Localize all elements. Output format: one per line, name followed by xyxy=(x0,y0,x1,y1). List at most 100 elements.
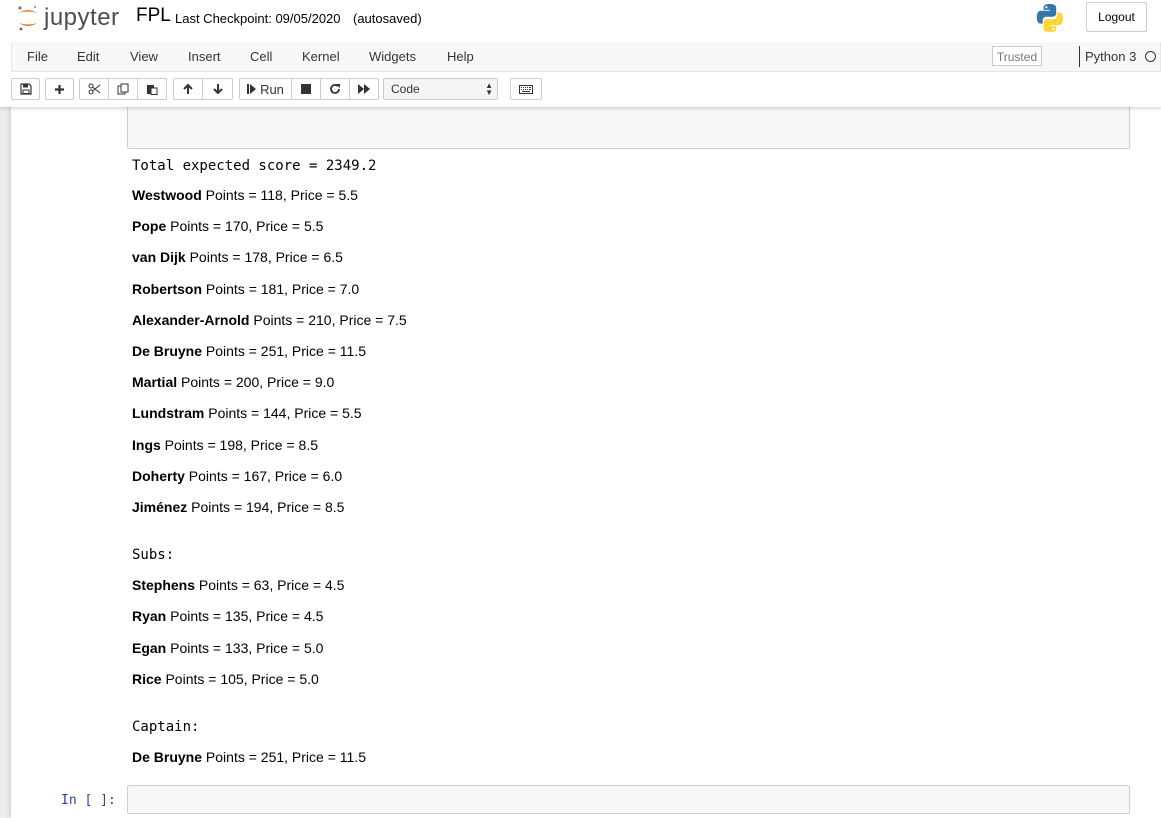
jupyter-logo[interactable]: jupyter xyxy=(16,3,120,33)
player-name: Rice xyxy=(132,670,162,687)
copy-icon xyxy=(117,83,129,95)
notebook-title[interactable]: FPL xyxy=(136,5,171,27)
jupyter-logo-text: jupyter xyxy=(44,4,120,31)
player-detail: Points = 170, Price = 5.5 xyxy=(170,218,324,235)
player-detail: Points = 251, Price = 11.5 xyxy=(205,343,366,359)
keyboard-icon xyxy=(519,84,533,94)
player-name: Lundstram xyxy=(132,405,205,422)
autosave-status: (autosaved) xyxy=(353,11,422,26)
player-name: van Dijk xyxy=(132,249,186,266)
player-name: Jiménez xyxy=(132,499,188,515)
player-row: De Bruyne Points = 251, Price = 11.5 xyxy=(132,343,366,359)
player-name: Martial xyxy=(132,374,178,391)
save-button[interactable] xyxy=(11,78,40,100)
player-row: Westwood Points = 118, Price = 5.5 xyxy=(132,187,358,203)
player-detail: Points = 200, Price = 9.0 xyxy=(181,374,335,391)
notebook-header: jupyter FPL Last Checkpoint: 09/05/2020 … xyxy=(0,0,1161,43)
sub-row: Egan Points = 133, Price = 5.0 xyxy=(132,640,323,656)
player-row: Jiménez Points = 194, Price = 8.5 xyxy=(132,499,344,515)
menu-kernel[interactable]: Kernel xyxy=(302,49,340,64)
player-name: Alexander-Arnold xyxy=(132,311,250,328)
player-detail: Points = 198, Price = 8.5 xyxy=(164,436,318,453)
sub-row: Stephens Points = 63, Price = 4.5 xyxy=(132,577,344,593)
player-row: Pope Points = 170, Price = 5.5 xyxy=(132,218,323,234)
menu-help[interactable]: Help xyxy=(447,49,474,64)
subs-heading: Subs: xyxy=(132,547,175,563)
player-row: Alexander-Arnold Points = 210, Price = 7… xyxy=(132,312,407,328)
sub-row: Rice Points = 105, Price = 5.0 xyxy=(132,671,319,687)
kernel-separator xyxy=(1079,46,1080,67)
kernel-idle-icon xyxy=(1145,51,1156,62)
menu-widgets[interactable]: Widgets xyxy=(369,49,416,64)
player-detail: Points = 105, Price = 5.0 xyxy=(165,670,319,687)
run-label: Run xyxy=(260,81,284,97)
arrow-up-icon xyxy=(183,83,193,94)
player-name: Pope xyxy=(132,218,167,235)
player-detail: Points = 178, Price = 6.5 xyxy=(189,249,343,266)
player-detail: Points = 135, Price = 4.5 xyxy=(170,608,324,625)
move-up-button[interactable] xyxy=(173,78,203,100)
menu-view[interactable]: View xyxy=(130,49,158,64)
player-detail: Points = 181, Price = 7.0 xyxy=(205,280,360,297)
copy-button[interactable] xyxy=(108,78,138,100)
checkpoint-status: Last Checkpoint: 09/05/2020 xyxy=(175,11,341,26)
interrupt-button[interactable] xyxy=(291,78,321,100)
player-name: Doherty xyxy=(132,467,185,484)
paste-icon xyxy=(147,85,158,95)
plus-icon xyxy=(55,84,64,94)
insert-cell-button[interactable] xyxy=(45,78,74,100)
menu-file[interactable]: File xyxy=(27,49,48,64)
player-row: Martial Points = 200, Price = 9.0 xyxy=(132,374,334,390)
menu-insert[interactable]: Insert xyxy=(188,49,221,64)
player-row: Ings Points = 198, Price = 8.5 xyxy=(132,437,318,453)
move-down-button[interactable] xyxy=(202,78,233,100)
jupyter-logo-icon xyxy=(18,5,37,31)
restart-button[interactable] xyxy=(320,78,350,100)
menu-edit[interactable]: Edit xyxy=(77,49,99,64)
paste-button[interactable] xyxy=(137,78,167,100)
menubar: File Edit View Insert Cell Kernel Widget… xyxy=(0,42,1161,72)
player-row: van Dijk Points = 178, Price = 6.5 xyxy=(132,249,343,265)
player-name: Westwood xyxy=(132,187,202,203)
player-row: Lundstram Points = 144, Price = 5.5 xyxy=(132,405,362,421)
cut-icon xyxy=(88,83,100,95)
run-button[interactable]: Run xyxy=(239,78,292,100)
total-score-line: Total expected score = 2349.2 xyxy=(132,158,377,174)
player-name: Egan xyxy=(132,639,167,656)
player-detail: Points = 194, Price = 8.5 xyxy=(191,499,345,515)
sub-row: Ryan Points = 135, Price = 4.5 xyxy=(132,608,323,624)
select-arrows-icon: ▲ ▼ xyxy=(485,81,493,97)
player-row: Doherty Points = 167, Price = 6.0 xyxy=(132,468,342,484)
save-icon xyxy=(19,83,32,95)
restart-run-all-button[interactable] xyxy=(349,78,379,100)
player-detail: Points = 144, Price = 5.5 xyxy=(208,405,362,422)
player-row: Robertson Points = 181, Price = 7.0 xyxy=(132,281,359,297)
player-detail: Points = 63, Price = 4.5 xyxy=(198,577,345,593)
run-icon xyxy=(247,84,257,94)
stop-icon xyxy=(301,84,311,94)
captain-heading: Captain: xyxy=(132,719,200,735)
notebook-container: · ( ( · ) ) · · ( ( · ) · · · ( · · · ) … xyxy=(11,99,1161,818)
captain-line: De Bruyne Points = 251, Price = 11.5 xyxy=(132,749,366,765)
player-name: De Bruyne xyxy=(132,343,203,359)
cell-type-select[interactable]: Code ▲ ▼ xyxy=(383,78,498,100)
trusted-indicator[interactable]: Trusted xyxy=(992,46,1042,66)
input-prompt: In [ ]: xyxy=(61,793,116,808)
logout-button[interactable]: Logout xyxy=(1086,2,1147,32)
toolbar: Run Code ▲ ▼ xyxy=(0,72,1161,107)
command-palette-button[interactable] xyxy=(510,78,542,100)
code-cell-input[interactable]: · ( ( · ) ) · · ( ( · ) · · · ( · · · ) … xyxy=(127,99,1130,149)
player-name: Stephens xyxy=(132,577,196,593)
cut-button[interactable] xyxy=(79,78,109,100)
python-logo-icon xyxy=(1034,2,1066,37)
restart-icon xyxy=(330,84,340,94)
empty-code-cell-input[interactable] xyxy=(127,785,1130,814)
player-detail: Points = 118, Price = 5.5 xyxy=(205,187,358,203)
player-detail: Points = 133, Price = 5.0 xyxy=(170,639,324,656)
player-detail: Points = 167, Price = 6.0 xyxy=(188,467,343,484)
arrow-down-icon xyxy=(212,84,223,95)
player-name: Ryan xyxy=(132,608,167,625)
kernel-name[interactable]: Python 3 xyxy=(1085,49,1136,64)
menu-cell[interactable]: Cell xyxy=(250,49,272,64)
fast-forward-icon xyxy=(357,84,370,94)
